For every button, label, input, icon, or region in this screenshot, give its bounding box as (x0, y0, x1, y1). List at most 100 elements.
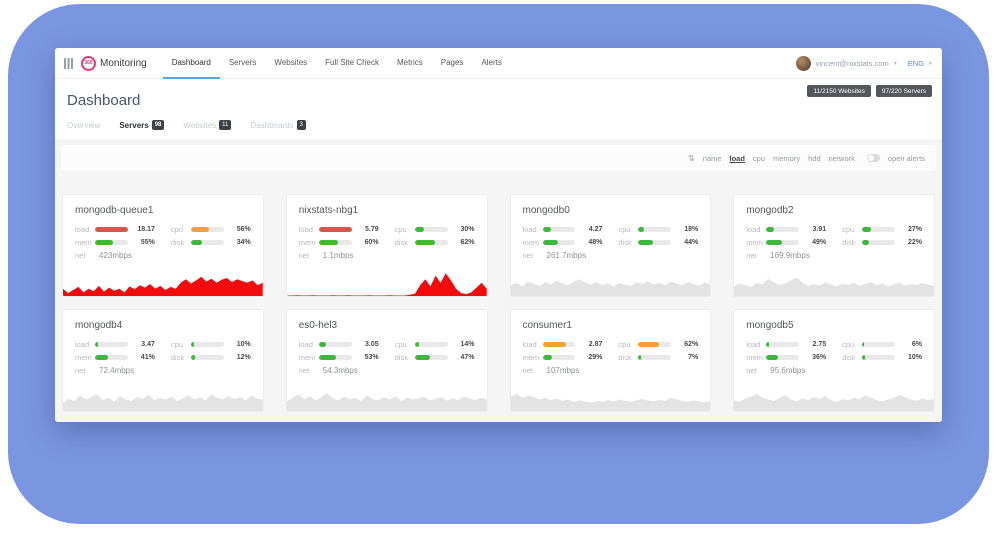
tab-dashboards[interactable]: Dashboards 3 (250, 120, 305, 130)
stat-value: 36% (803, 354, 826, 361)
load-progress-bar (766, 342, 799, 347)
tab-websites[interactable]: Websites 11 (183, 120, 231, 130)
stat-label: load (746, 340, 762, 349)
tab-servers[interactable]: Servers 98 (119, 120, 164, 130)
sort-by-cpu[interactable]: cpu (753, 154, 765, 163)
nav-item-dashboard[interactable]: Dashboard (163, 48, 220, 79)
stat-value: 3.91 (803, 226, 826, 233)
sparkline-chart (511, 385, 711, 411)
net-value: 1.1mbps (323, 251, 354, 260)
server-card[interactable]: consumer1 load 2.87 cpu 62% mem 29% disk… (510, 309, 712, 412)
disk-progress-bar (862, 355, 895, 360)
mem-progress-bar (95, 240, 128, 245)
stat-value: 56% (228, 226, 251, 233)
sparkline-chart (63, 385, 263, 411)
server-stats: load 3.47 cpu 10% mem 41% disk 12% net (63, 340, 263, 375)
stat-disk: disk 12% (171, 353, 251, 362)
stat-value: 41% (132, 354, 155, 361)
open-alerts-label[interactable]: open alerts (888, 154, 925, 163)
stat-label: disk (842, 353, 858, 362)
stat-cpu: cpu 18% (618, 225, 698, 234)
stat-label: cpu (842, 340, 858, 349)
server-stats: load 3.91 cpu 27% mem 49% disk 22% net (734, 225, 934, 260)
stat-label: disk (395, 238, 411, 247)
cpu-progress-bar (191, 227, 224, 232)
stat-load: load 4.27 (523, 225, 603, 234)
server-card[interactable]: mongodb2 load 3.91 cpu 27% mem 49% disk … (733, 194, 935, 297)
server-card[interactable]: mongodb-queue1 load 18.17 cpu 56% mem 55… (62, 194, 264, 297)
nav-item-alerts[interactable]: Alerts (472, 48, 510, 79)
tab-count-badge: 3 (297, 120, 306, 130)
sort-by-hdd[interactable]: hdd (808, 154, 821, 163)
cpu-progress-bar (862, 342, 895, 347)
tab-overview[interactable]: Overview (67, 121, 100, 130)
load-progress-bar (543, 227, 576, 232)
stat-value: 10% (899, 354, 922, 361)
server-name: mongodb4 (63, 310, 263, 340)
stat-label: disk (171, 353, 187, 362)
cpu-progress-bar (862, 227, 895, 232)
user-menu[interactable]: vincent@nixstats.com ▾ ENG ▾ (796, 56, 932, 71)
load-progress-bar (95, 227, 128, 232)
disk-progress-bar (862, 240, 895, 245)
server-name: mongodb2 (734, 195, 934, 225)
load-progress-bar (319, 342, 352, 347)
stat-label: mem (299, 353, 315, 362)
mem-progress-bar (543, 355, 576, 360)
stat-net: net 261.7mbps (523, 251, 603, 260)
stat-value: 6% (899, 341, 922, 348)
brand-name: Monitoring (100, 58, 147, 69)
sort-by-load[interactable]: load (730, 154, 745, 163)
nav-item-metrics[interactable]: Metrics (388, 48, 432, 79)
stat-load: load 5.79 (299, 225, 379, 234)
page-header: 11/2150 Websites 97/220 Servers Dashboar… (55, 79, 942, 139)
tab-count-badge: 11 (219, 120, 231, 130)
nav-links: Dashboard Servers Websites Full Site Che… (163, 48, 511, 79)
mem-progress-bar (766, 355, 799, 360)
stat-label: net (523, 251, 539, 260)
nav-item-websites[interactable]: Websites (265, 48, 316, 79)
server-stats: load 18.17 cpu 56% mem 55% disk 34% net (63, 225, 263, 260)
nav-item-full-site-check[interactable]: Full Site Check (316, 48, 388, 79)
stat-label: disk (618, 238, 634, 247)
stat-label: mem (523, 238, 539, 247)
nav-item-pages[interactable]: Pages (432, 48, 473, 79)
brand-logo[interactable]: 360 Monitoring (81, 56, 147, 71)
server-card[interactable]: mongodb0 load 4.27 cpu 18% mem 48% disk … (510, 194, 712, 297)
stat-label: net (75, 366, 91, 375)
stat-value: 5.79 (356, 226, 379, 233)
sort-by-name[interactable]: name (703, 154, 722, 163)
open-alerts-toggle[interactable] (867, 154, 880, 162)
stat-label: load (523, 340, 539, 349)
stat-value: 34% (228, 239, 251, 246)
nav-item-servers[interactable]: Servers (220, 48, 266, 79)
stat-value: 62% (452, 239, 475, 246)
sort-by-network[interactable]: network (829, 154, 855, 163)
stat-label: cpu (171, 340, 187, 349)
server-name: mongodb5 (734, 310, 934, 340)
stat-disk: disk 10% (842, 353, 922, 362)
user-email[interactable]: vincent@nixstats.com (816, 59, 889, 68)
stat-mem: mem 36% (746, 353, 826, 362)
stat-value: 2.87 (579, 341, 602, 348)
top-navbar: 360 Monitoring Dashboard Servers Website… (55, 48, 942, 79)
stat-value: 3.05 (356, 341, 379, 348)
server-card[interactable]: mongodb5 load 2.75 cpu 6% mem 36% disk 1… (733, 309, 935, 412)
app-window: 360 Monitoring Dashboard Servers Website… (55, 48, 942, 422)
stat-value: 55% (132, 239, 155, 246)
tab-count-badge: 98 (152, 120, 165, 130)
stat-disk: disk 44% (618, 238, 698, 247)
sort-by-memory[interactable]: memory (773, 154, 800, 163)
stat-load: load 3.91 (746, 225, 826, 234)
servers-counter-badge[interactable]: 97/220 Servers (876, 85, 932, 97)
server-card[interactable]: mongodb4 load 3.47 cpu 10% mem 41% disk … (62, 309, 264, 412)
stat-label: disk (171, 238, 187, 247)
websites-counter-badge[interactable]: 11/2150 Websites (807, 85, 870, 97)
apps-grid-icon[interactable] (64, 58, 73, 69)
server-card[interactable]: es0-hel3 load 3.05 cpu 14% mem 53% disk … (286, 309, 488, 412)
user-avatar[interactable] (796, 56, 811, 71)
language-selector[interactable]: ENG (908, 59, 924, 68)
stat-value: 3.47 (132, 341, 155, 348)
dashboard-tabs: Overview Servers 98 Websites 11 Dashboar… (67, 120, 930, 139)
server-card[interactable]: nixstats-nbg1 load 5.79 cpu 30% mem 60% … (286, 194, 488, 297)
